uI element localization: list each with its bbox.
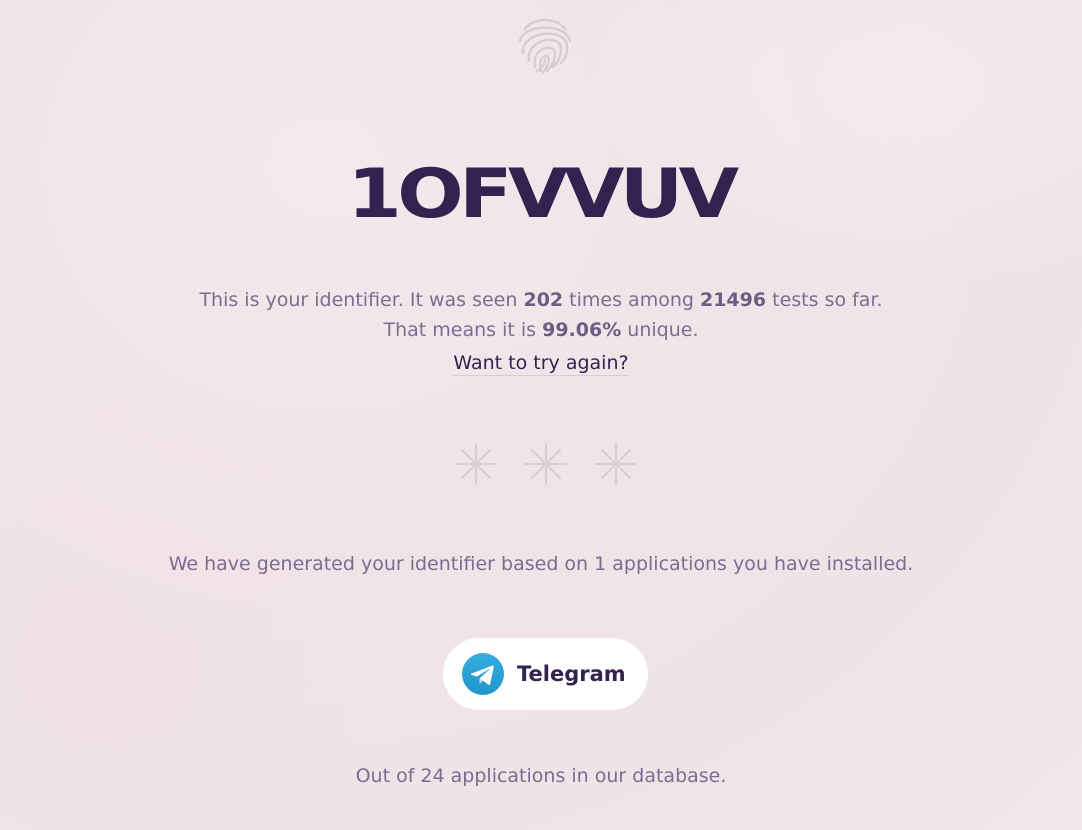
asterisk-icon-1: [455, 442, 498, 486]
asterisk-icon-3: [594, 442, 635, 486]
generated-note: We have generated your identifier based …: [168, 553, 914, 575]
app-chip-telegram[interactable]: Telegram: [443, 638, 648, 710]
asterisk-divider: [455, 442, 635, 486]
seen-count: 202: [523, 289, 564, 311]
telegram-icon: [462, 653, 504, 695]
database-note: Out of 24 applications in our database.: [355, 765, 727, 787]
stats-suffix: tests so far.: [766, 289, 883, 311]
stats-middle: times among: [563, 289, 700, 311]
asterisk-icon-2: [524, 442, 568, 486]
tests-count: 21496: [699, 289, 767, 311]
uniqueness-prefix: That means it is: [383, 319, 543, 341]
retry-container: Want to try again?: [0, 352, 1082, 376]
app-name: Telegram: [517, 662, 626, 686]
identifier-stats-text: This is your identifier. It was seen 202…: [0, 289, 1082, 311]
retry-link[interactable]: Want to try again?: [453, 352, 629, 376]
uniqueness-percent: 99.06%: [542, 319, 622, 341]
uniqueness-suffix: unique.: [621, 319, 699, 341]
uniqueness-text: That means it is 99.06% unique.: [0, 319, 1082, 341]
fingerprint-icon: [518, 18, 572, 75]
identifier-result-page: 1OFVVUV This is your identifier. It was …: [0, 0, 1082, 830]
stats-prefix: This is your identifier. It was seen: [199, 289, 524, 311]
identifier-code: 1OFVVUV: [347, 155, 739, 234]
